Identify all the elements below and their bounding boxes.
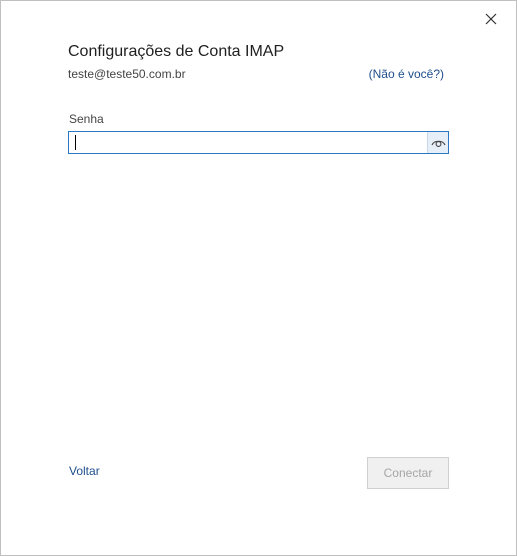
reveal-password-button[interactable] (427, 132, 448, 153)
password-label: Senha (69, 112, 104, 126)
text-caret (75, 135, 76, 150)
connect-button[interactable]: Conectar (367, 457, 449, 489)
not-you-link[interactable]: (Não é você?) (369, 67, 444, 81)
back-link[interactable]: Voltar (69, 464, 100, 478)
password-field[interactable] (68, 131, 449, 154)
account-email: teste@teste50.com.br (68, 67, 186, 81)
close-icon (485, 13, 497, 25)
close-button[interactable] (479, 7, 503, 31)
dialog-title: Configurações de Conta IMAP (68, 43, 285, 60)
imap-settings-dialog: Configurações de Conta IMAP teste@teste5… (0, 0, 517, 556)
password-input[interactable] (69, 132, 425, 153)
eye-icon (430, 140, 446, 147)
